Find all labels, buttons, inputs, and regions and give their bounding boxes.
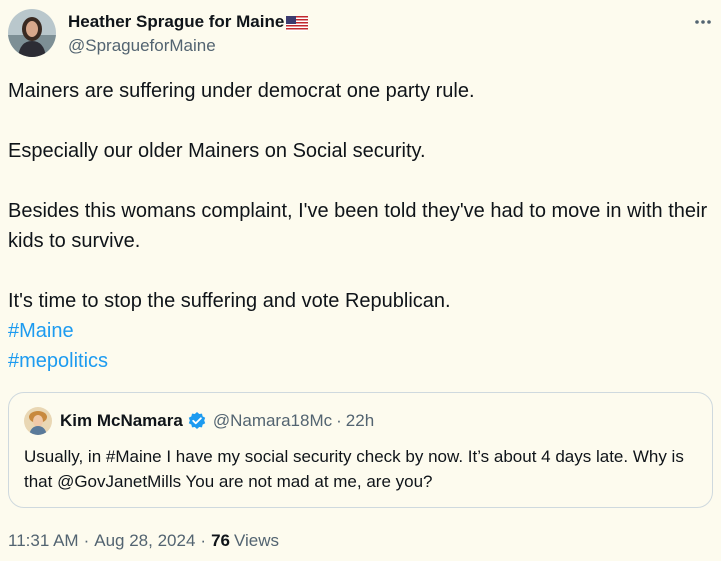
author-name-row[interactable]: Heather Sprague for Maine <box>68 11 309 33</box>
quote-text: Usually, in #Maine I have my social secu… <box>24 447 684 491</box>
verified-badge-icon <box>187 411 207 431</box>
tweet-meta: 11:31 AM · Aug 28, 2024 · 76 Views <box>8 530 279 552</box>
tweet-date[interactable]: Aug 28, 2024 <box>94 530 195 552</box>
quote-header: Kim McNamara @Namara18Mc · 22h <box>24 407 374 435</box>
hashtag-link[interactable]: #Maine <box>8 316 708 346</box>
views-count[interactable]: 76 <box>211 530 230 552</box>
hashtag-link[interactable]: #mepolitics <box>8 346 708 376</box>
tweet-paragraph: It's time to stop the suffering and vote… <box>8 290 451 312</box>
quote-avatar <box>24 407 52 435</box>
tweet-paragraph: Mainers are suffering under democrat one… <box>8 80 475 102</box>
author-avatar[interactable] <box>8 9 56 57</box>
author-info: Heather Sprague for Maine @SpragueforMai… <box>68 11 309 57</box>
separator: · <box>83 531 90 550</box>
quoted-tweet[interactable]: Kim McNamara @Namara18Mc · 22h Usually, … <box>8 392 713 508</box>
tweet: Heather Sprague for Maine @SpragueforMai… <box>0 0 721 561</box>
quote-author-handle: @Namara18Mc <box>212 411 333 430</box>
quote-author-name: Kim McNamara <box>60 411 183 430</box>
tweet-paragraph: Especially our older Mainers on Social s… <box>8 140 426 162</box>
us-flag-icon <box>286 15 309 31</box>
tweet-time[interactable]: 11:31 AM <box>8 530 79 552</box>
quote-timestamp: 22h <box>345 411 375 430</box>
more-button[interactable] <box>689 8 717 36</box>
tweet-paragraph: Besides this womans complaint, I've been… <box>8 200 708 252</box>
separator: · <box>336 411 342 430</box>
tweet-text: Mainers are suffering under democrat one… <box>8 76 708 376</box>
more-horizontal-icon <box>695 20 711 24</box>
views-label[interactable]: Views <box>234 530 279 552</box>
author-handle[interactable]: @SpragueforMaine <box>68 35 308 57</box>
author-display-name[interactable]: Heather Sprague for Maine <box>68 11 284 33</box>
separator: · <box>200 531 207 550</box>
